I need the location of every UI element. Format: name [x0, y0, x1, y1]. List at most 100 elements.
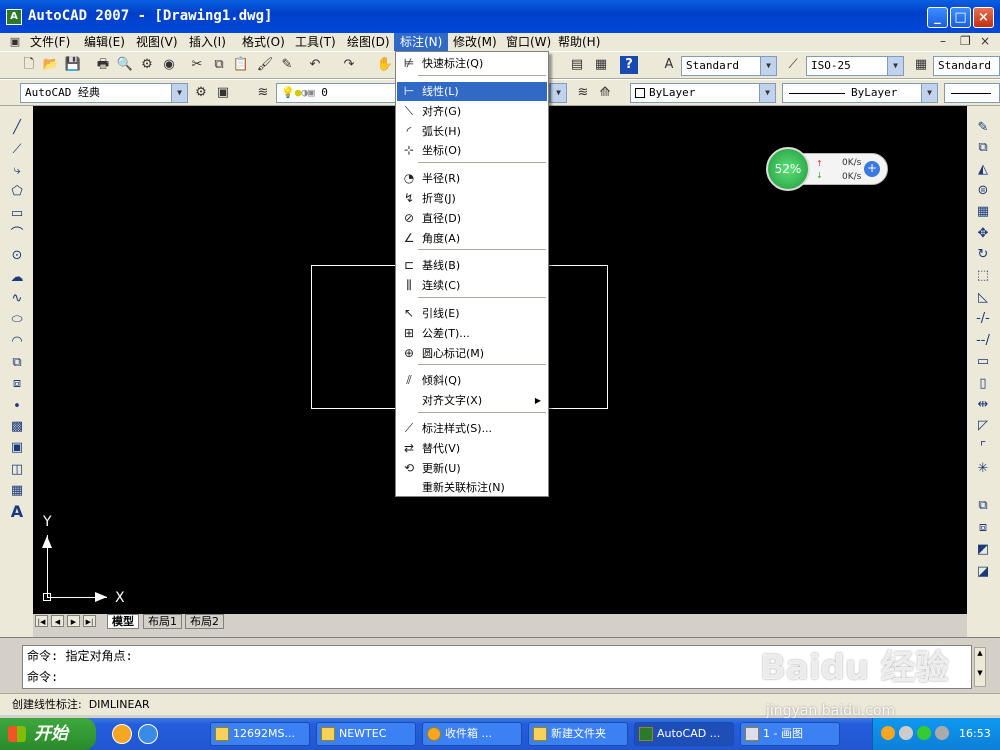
break-at-point-icon[interactable]: ▭: [975, 354, 991, 370]
ellipse-arc-icon[interactable]: ◠: [9, 334, 25, 350]
workspace-select[interactable]: AutoCAD 经典 ▼: [20, 83, 188, 103]
hatch-icon[interactable]: ▩: [9, 419, 25, 435]
table-style-select[interactable]: Standard: [933, 56, 1000, 76]
menu-format[interactable]: 格式(O): [236, 33, 291, 51]
trim-icon[interactable]: -/-: [975, 311, 991, 327]
tray-misc-icon[interactable]: [935, 726, 949, 740]
break-icon[interactable]: ▯: [975, 376, 991, 392]
extend-icon[interactable]: --/: [975, 333, 991, 349]
mdi-close-button[interactable]: ×: [980, 34, 990, 48]
tray-network-icon[interactable]: [917, 726, 931, 740]
tab-layout2[interactable]: 布局2: [185, 614, 224, 629]
multiline-text-icon[interactable]: A: [9, 504, 25, 520]
menu-tools[interactable]: 工具(T): [289, 33, 342, 51]
stretch-icon[interactable]: ◺: [975, 290, 991, 306]
tab-layout1[interactable]: 布局1: [143, 614, 182, 629]
construction-line-icon[interactable]: ⟋: [9, 142, 25, 158]
taskbar-item-newtec[interactable]: NEWTEC: [316, 722, 416, 746]
dim-style-select[interactable]: ISO-25 ▼: [806, 56, 904, 76]
taskbar-item-new-folder[interactable]: 新建文件夹: [528, 722, 628, 746]
make-block-icon[interactable]: ⧈: [9, 376, 25, 392]
next-tab-icon[interactable]: ▶: [67, 615, 80, 627]
command-scrollbar[interactable]: ▲ ▼: [974, 647, 986, 687]
point-icon[interactable]: •: [9, 399, 25, 415]
calculator-icon[interactable]: ▦: [592, 56, 610, 74]
new-icon[interactable]: 🗋: [20, 56, 38, 74]
taskbar-item-autocad[interactable]: AutoCAD ...: [634, 722, 734, 746]
dim-menu-item-19[interactable]: 重新关联标注(N): [397, 478, 547, 497]
autocad-app-icon[interactable]: A: [6, 9, 22, 25]
block-editor-icon[interactable]: ✎: [278, 56, 296, 74]
layer-previous-icon[interactable]: ≋: [574, 84, 592, 102]
menu-dimension[interactable]: 标注(N): [394, 33, 449, 51]
print-icon[interactable]: 🖶: [94, 56, 112, 74]
spline-icon[interactable]: ∿: [9, 291, 25, 307]
dim-menu-item-2[interactable]: ⟍ 对齐(G): [397, 102, 547, 121]
menu-edit[interactable]: 编辑(E): [78, 33, 131, 51]
save-icon[interactable]: 💾: [64, 56, 82, 74]
3d-dwf-icon[interactable]: ◉: [160, 56, 178, 74]
cut-icon[interactable]: ✂: [188, 56, 206, 74]
draworder-front-icon[interactable]: ⧉: [975, 498, 991, 514]
offset-icon[interactable]: ⊜: [975, 183, 991, 199]
revision-cloud-icon[interactable]: ☁: [9, 270, 25, 286]
quicklaunch-qq-icon[interactable]: [112, 724, 132, 744]
lineweight-select[interactable]: [944, 83, 1000, 103]
color-select[interactable]: ByLayer ▼: [630, 83, 776, 103]
taskbar-item-12692ms[interactable]: 12692MS...: [210, 722, 310, 746]
scale-icon[interactable]: ⬚: [975, 268, 991, 284]
match-properties-icon[interactable]: 🖌: [256, 56, 274, 74]
draworder-back-icon[interactable]: ⧈: [975, 520, 991, 536]
tab-model[interactable]: 模型: [107, 614, 139, 629]
text-style-select[interactable]: Standard ▼: [681, 56, 777, 76]
region-icon[interactable]: ◫: [9, 462, 25, 478]
pan-icon[interactable]: ✋: [376, 56, 394, 74]
draworder-above-icon[interactable]: ◩: [975, 542, 991, 558]
mirror-icon[interactable]: ◭: [975, 162, 991, 178]
chamfer-icon[interactable]: ◸: [975, 418, 991, 434]
move-icon[interactable]: ✥: [975, 226, 991, 242]
dim-menu-item-11[interactable]: ↖ 引线(E): [397, 304, 547, 323]
start-button[interactable]: 开始: [0, 718, 96, 750]
fillet-icon[interactable]: ⌜: [975, 440, 991, 456]
dim-menu-item-5[interactable]: ◔ 半径(R): [397, 169, 547, 188]
document-icon[interactable]: ▣: [6, 33, 24, 51]
make-current-icon[interactable]: ⟰: [596, 84, 614, 102]
dim-menu-item-4[interactable]: ⊹ 坐标(O): [397, 141, 547, 160]
dim-menu-item-14[interactable]: ⫽ 倾斜(Q): [397, 371, 547, 390]
layer-manager-icon[interactable]: ≋: [254, 84, 272, 102]
polygon-icon[interactable]: ⬠: [9, 184, 25, 200]
menu-draw[interactable]: 绘图(D): [341, 33, 396, 51]
gradient-icon[interactable]: ▣: [9, 440, 25, 456]
help-icon[interactable]: ?: [620, 56, 638, 74]
my-workspace-icon[interactable]: ▣: [214, 84, 232, 102]
dim-menu-item-1[interactable]: ⊢ 线性(L): [397, 82, 547, 101]
undo-icon[interactable]: ↶: [306, 56, 324, 74]
workspace-settings-icon[interactable]: ⚙: [192, 84, 210, 102]
dim-menu-item-7[interactable]: ⊘ 直径(D): [397, 209, 547, 228]
taskbar-item-paint[interactable]: 1 - 画图: [740, 722, 840, 746]
draworder-under-icon[interactable]: ◪: [975, 564, 991, 580]
dim-menu-item-9[interactable]: ⊏ 基线(B): [397, 256, 547, 275]
redo-icon[interactable]: ↷: [340, 56, 358, 74]
last-tab-icon[interactable]: ▶|: [83, 615, 96, 627]
markup-icon[interactable]: ▤: [568, 56, 586, 74]
add-icon[interactable]: +: [864, 161, 880, 177]
maximize-button[interactable]: □: [950, 7, 971, 28]
publish-icon[interactable]: ⚙: [138, 56, 156, 74]
layer-select[interactable]: 💡●◑▣ 0: [276, 83, 396, 103]
dim-menu-item-0[interactable]: ⊭ 快速标注(Q): [397, 54, 547, 73]
mdi-restore-button[interactable]: ❐: [960, 34, 971, 48]
insert-block-icon[interactable]: ⧉: [9, 355, 25, 371]
minimize-button[interactable]: _: [927, 7, 948, 28]
tray-volume-icon[interactable]: [899, 726, 913, 740]
paste-icon[interactable]: 📋: [232, 56, 250, 74]
dim-menu-item-17[interactable]: ⇄ 替代(V): [397, 439, 547, 458]
mdi-minimize-button[interactable]: –: [940, 34, 946, 48]
dim-menu-item-13[interactable]: ⊕ 圆心标记(M): [397, 344, 547, 363]
arc-icon[interactable]: ⌒: [9, 227, 25, 243]
polyline-icon[interactable]: ⤷: [9, 163, 25, 179]
line-icon[interactable]: ╱: [9, 120, 25, 136]
join-icon[interactable]: ⇹: [975, 397, 991, 413]
prev-tab-icon[interactable]: ◀: [51, 615, 64, 627]
